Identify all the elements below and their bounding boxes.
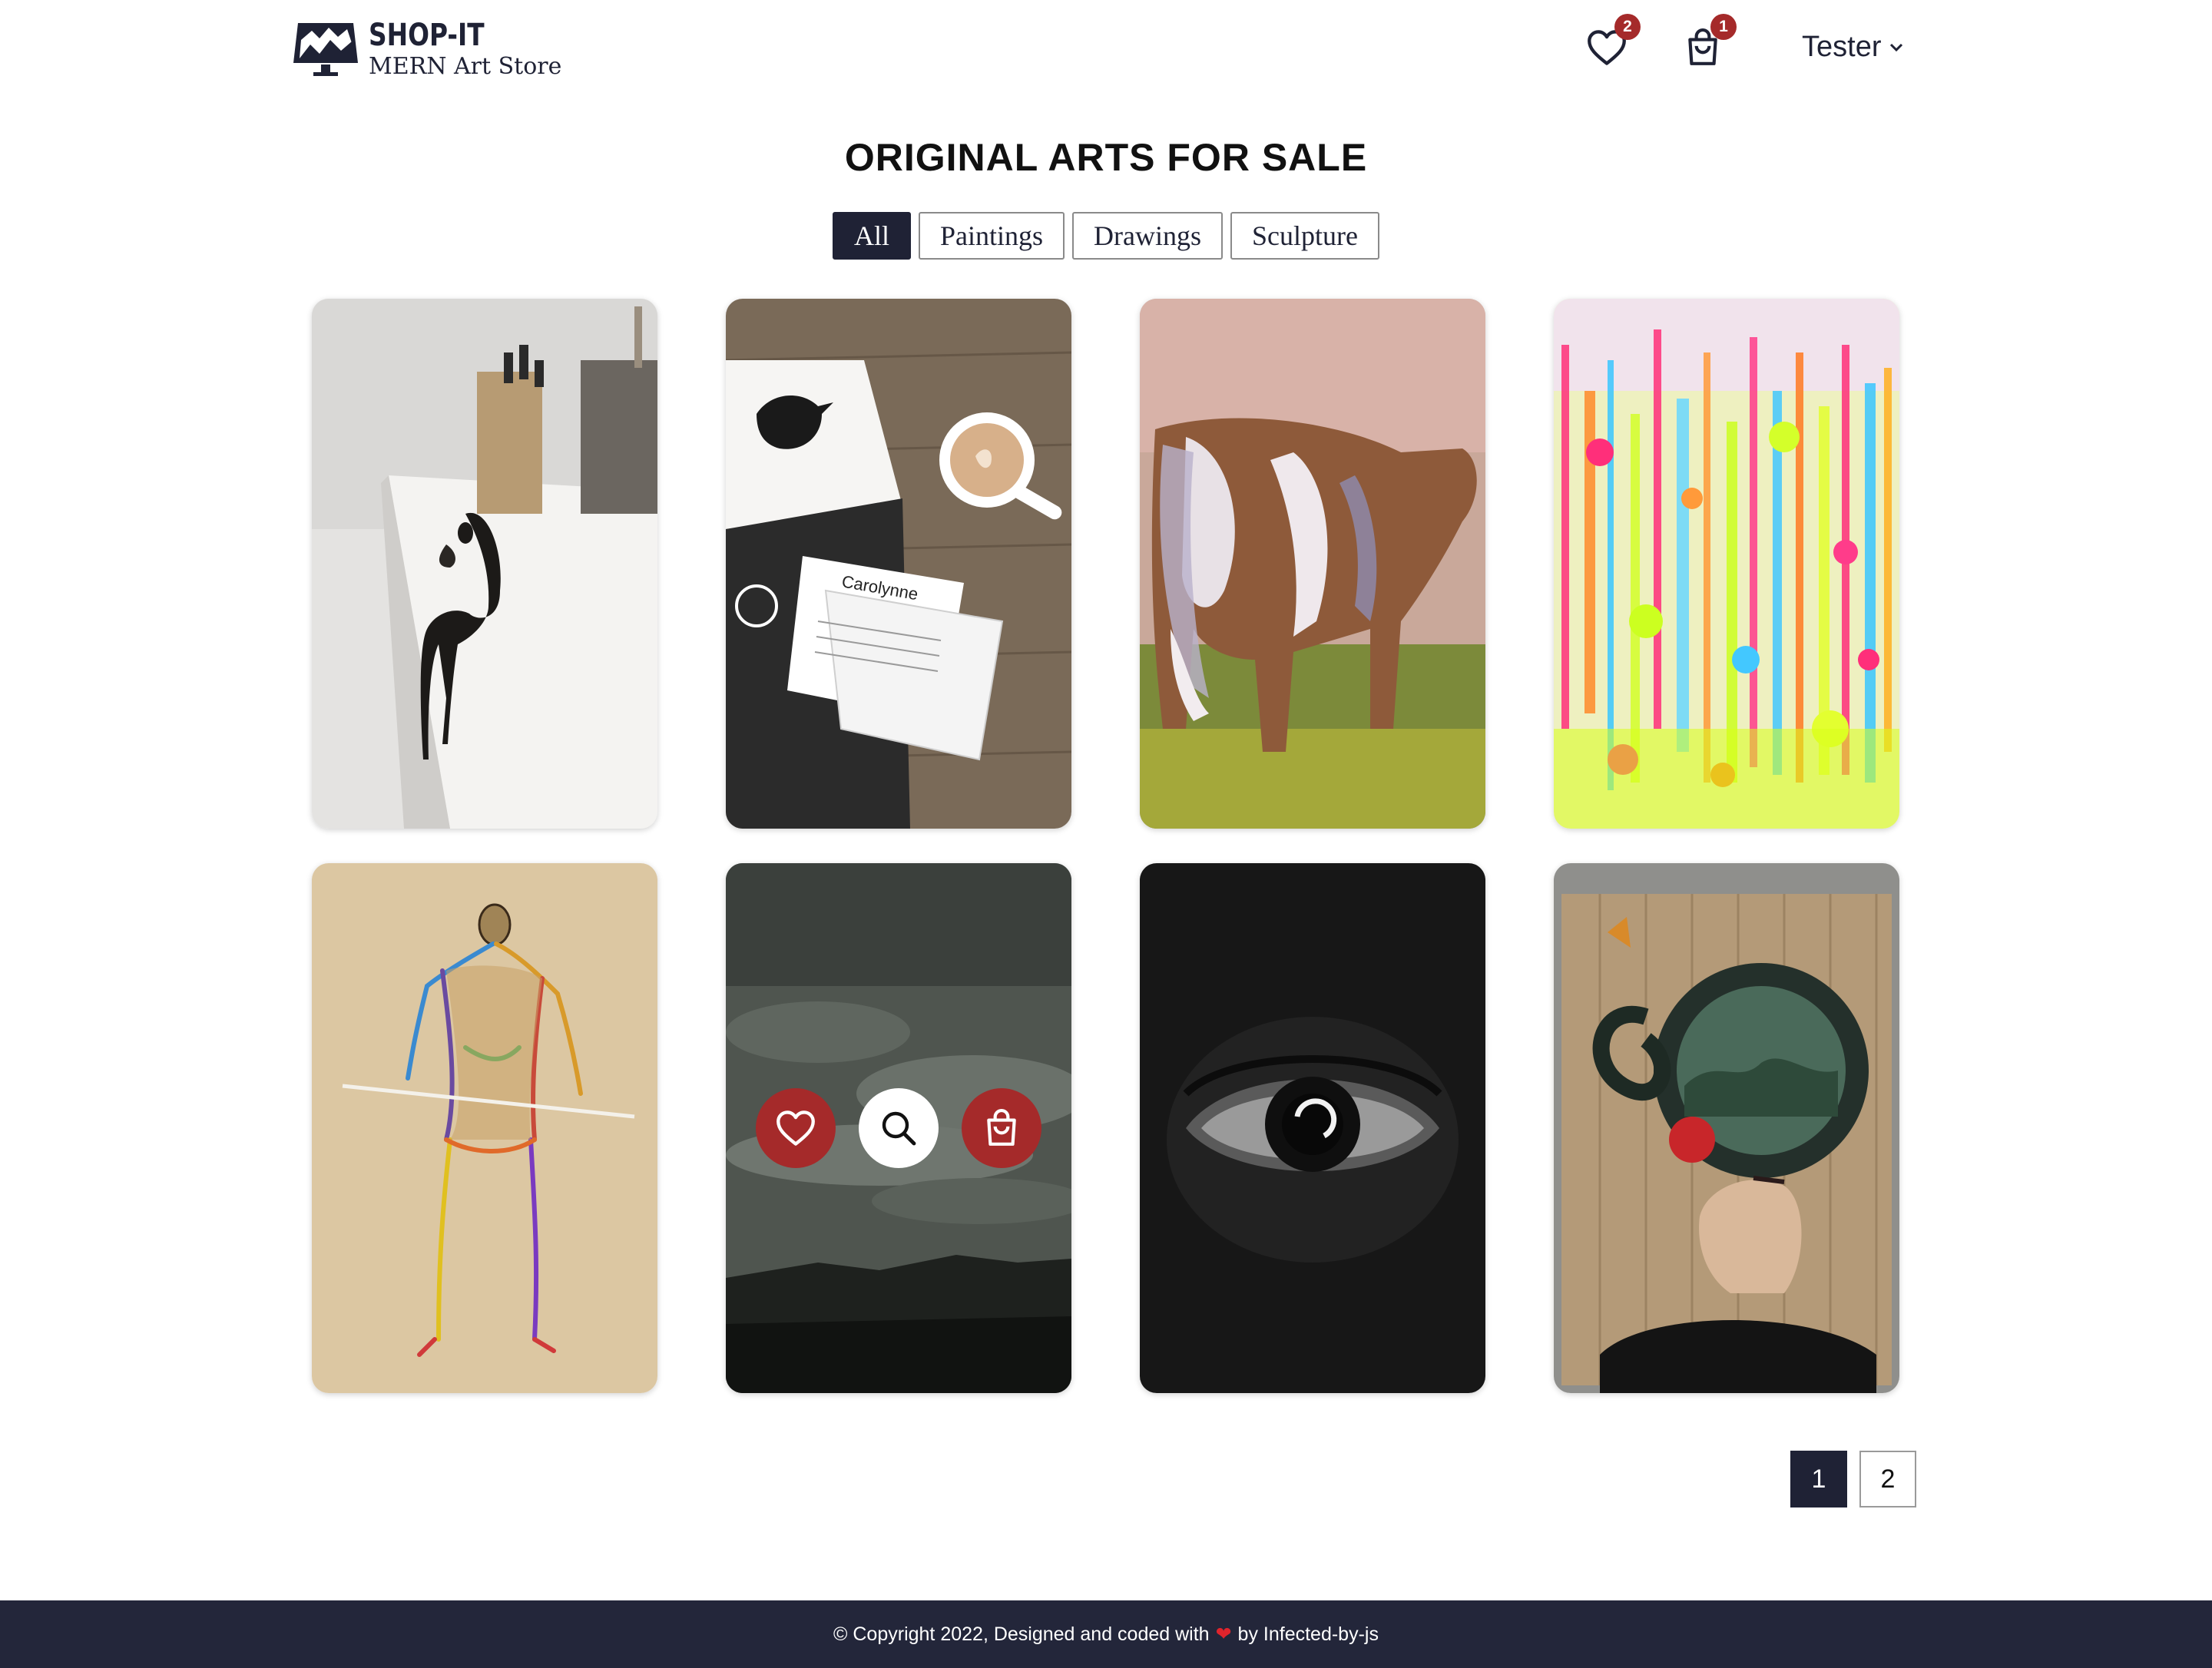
page-title: ORIGINAL ARTS FOR SALE <box>844 136 1368 179</box>
wishlist-button[interactable]: 2 <box>1584 14 1641 71</box>
filter-paintings-button[interactable]: Paintings <box>919 212 1065 260</box>
brand-logo[interactable]: SHOP-IT MERN Art Store <box>293 20 561 78</box>
product-image <box>312 299 657 829</box>
brand-name: SHOP-IT <box>369 18 485 53</box>
product-image <box>1554 299 1899 829</box>
monitor-mountains-icon <box>293 20 358 78</box>
product-card-stormy-sky[interactable] <box>726 863 1071 1393</box>
add-to-wishlist-button[interactable] <box>756 1088 836 1168</box>
product-image <box>1140 299 1485 829</box>
card-action-overlay <box>726 863 1071 1393</box>
add-to-cart-button[interactable] <box>962 1088 1041 1168</box>
search-icon <box>882 1111 916 1146</box>
cart-button[interactable]: 1 <box>1680 14 1737 71</box>
quick-view-button[interactable] <box>859 1088 939 1168</box>
page-1-button[interactable]: 1 <box>1790 1451 1847 1507</box>
product-card-sculpture[interactable] <box>312 299 657 829</box>
heart-icon <box>777 1110 815 1146</box>
page-2-button[interactable]: 2 <box>1859 1451 1916 1507</box>
user-name: Tester <box>1802 31 1882 63</box>
footer-author-text: by Infected-by-js <box>1237 1623 1379 1645</box>
wishlist-count-badge: 2 <box>1614 14 1641 40</box>
product-card-figure-drawing[interactable] <box>312 863 657 1393</box>
product-image <box>1140 863 1485 1393</box>
cart-count-badge: 1 <box>1710 14 1737 40</box>
product-card-collage-woman[interactable] <box>1554 863 1899 1393</box>
chevron-down-icon <box>1890 43 1903 51</box>
footer-copyright-text: © Copyright 2022, Designed and coded wit… <box>833 1623 1210 1645</box>
product-card-cow-painting[interactable] <box>1140 299 1485 829</box>
filter-drawings-button[interactable]: Drawings <box>1072 212 1224 260</box>
filter-all-button[interactable]: All <box>833 212 912 260</box>
product-image <box>1554 863 1899 1393</box>
product-card-dark-eye[interactable] <box>1140 863 1485 1393</box>
site-footer: © Copyright 2022, Designed and coded wit… <box>0 1600 2212 1668</box>
heart-emoji-icon: ❤ <box>1215 1623 1232 1645</box>
product-image <box>312 863 657 1393</box>
product-image: Carolynne <box>726 299 1071 829</box>
user-menu-toggle[interactable]: Tester <box>1802 31 1904 64</box>
category-filter-bar: All Paintings Drawings Sculpture <box>0 212 2212 260</box>
product-card-bird-print[interactable]: Carolynne <box>726 299 1071 829</box>
site-header: SHOP-IT MERN Art Store 2 1 Tester <box>0 0 2212 100</box>
shopping-bag-icon <box>987 1109 1016 1146</box>
brand-tagline: MERN Art Store <box>369 53 562 80</box>
product-card-neon-abstract[interactable] <box>1554 299 1899 829</box>
filter-sculpture-button[interactable]: Sculpture <box>1230 212 1379 260</box>
pagination: 1 2 <box>1790 1451 1916 1507</box>
